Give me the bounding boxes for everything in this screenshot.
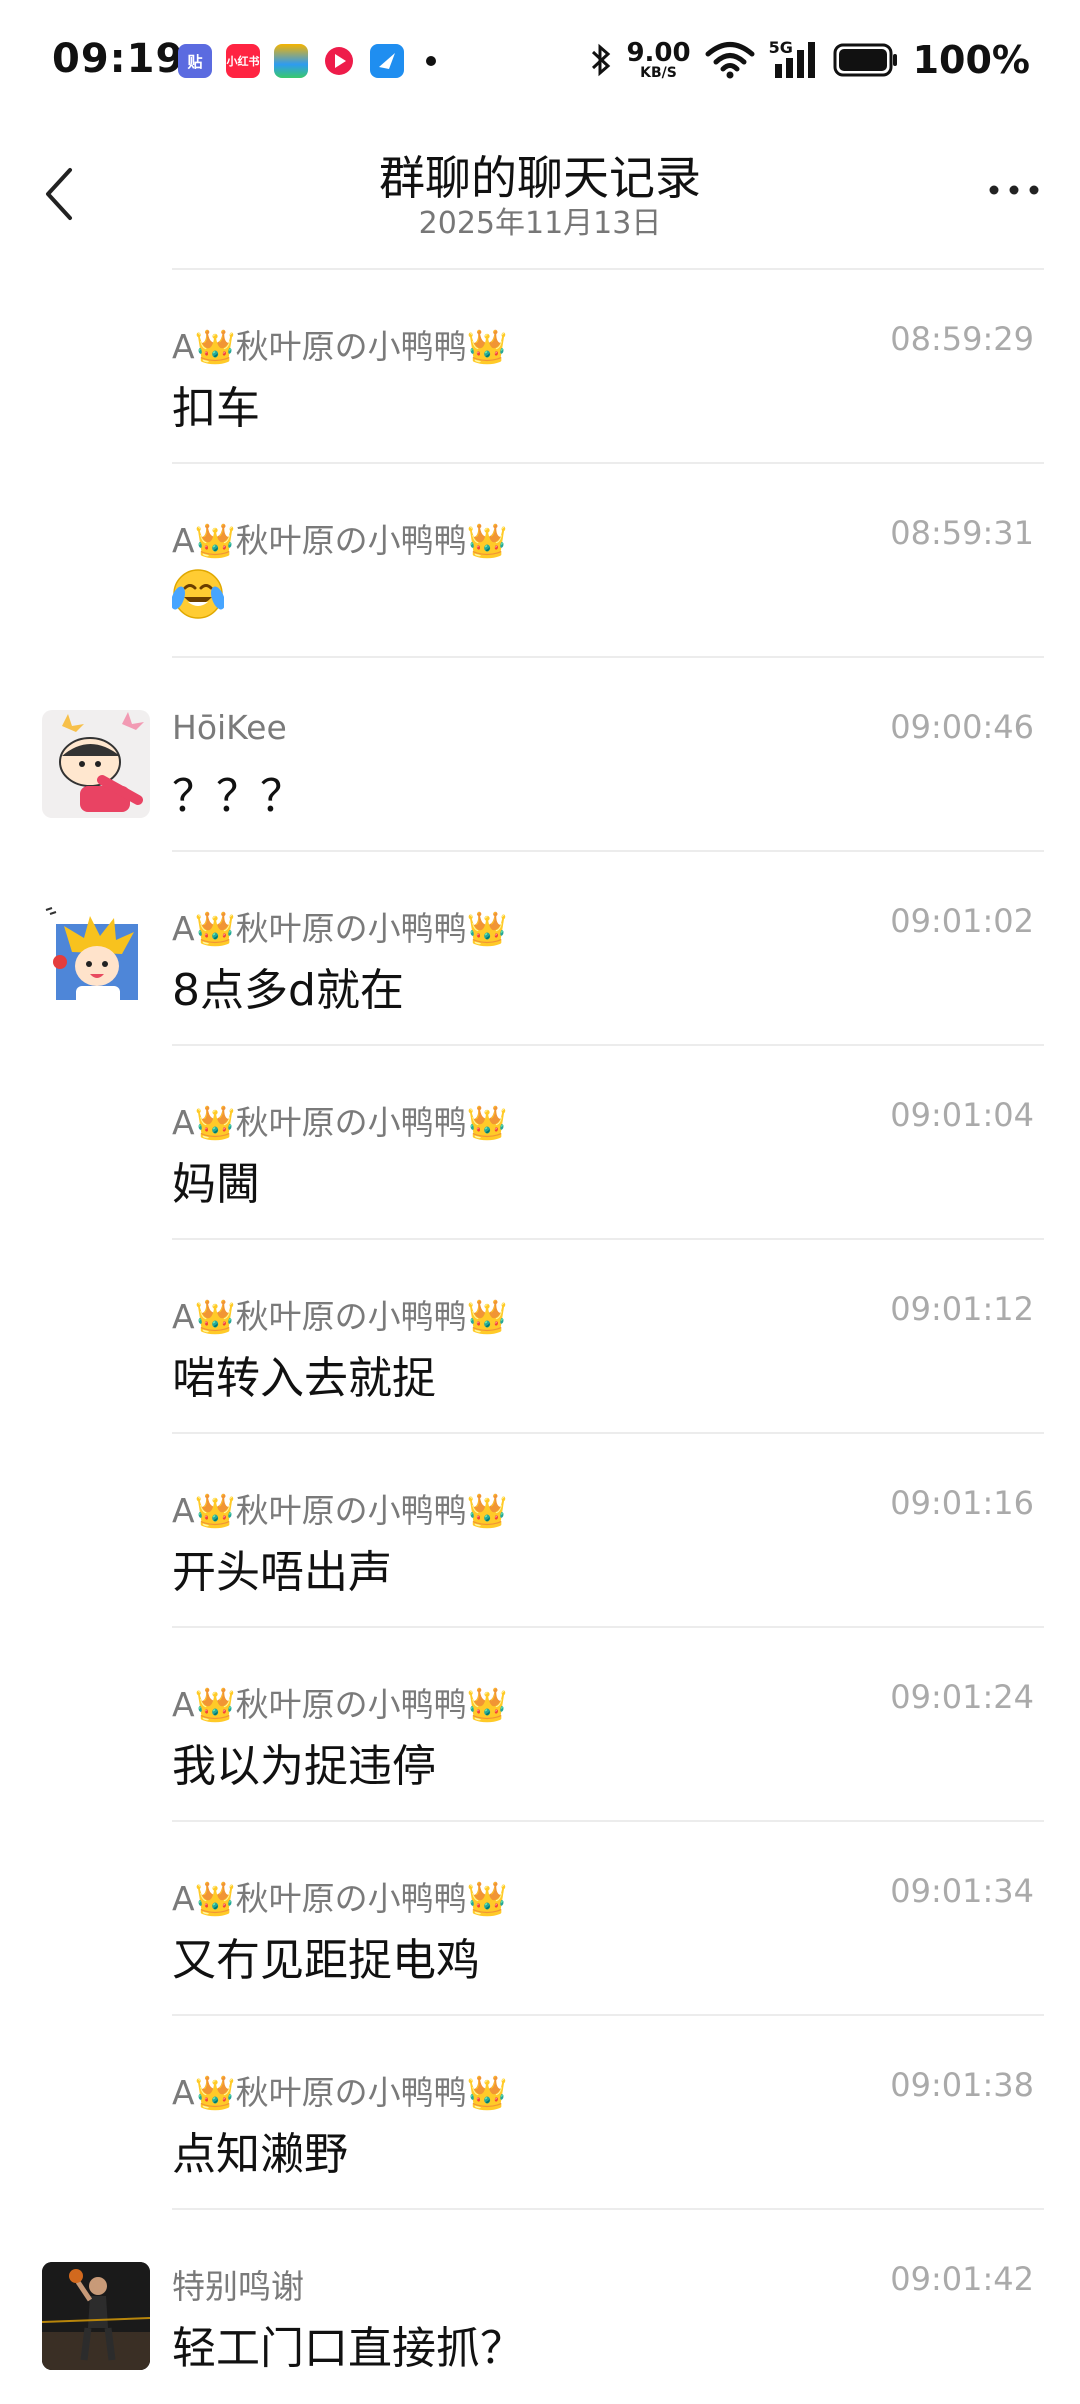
more-options-button[interactable] [984, 170, 1044, 210]
message-time: 08:59:29 [890, 320, 1034, 358]
xiaohongshu-app-icon: 小红书 [226, 44, 260, 78]
message-item[interactable]: A👑秋叶原の小鸭鸭👑 09:01:38 点知濑野 [0, 2016, 1080, 2210]
message-time: 09:01:02 [890, 902, 1034, 940]
net-speed-value: 9.00 [626, 38, 691, 68]
message-text: 轻工门口直接抓？ [172, 2323, 524, 2374]
message-text: 点知濑野 [172, 2129, 348, 2180]
message-text: 啱转入去就捉 [172, 1353, 436, 1404]
message-time: 09:01:24 [890, 1678, 1034, 1716]
message-sender: A👑秋叶原の小鸭鸭👑 [172, 1491, 508, 1530]
crying-laughing-emoji-icon [171, 569, 225, 619]
message-text: 又冇见距捉电鸡 [172, 1935, 480, 1986]
battery-icon [833, 43, 897, 77]
message-item[interactable]: A👑秋叶原の小鸭鸭👑 09:01:34 又冇见距捉电鸡 [0, 1822, 1080, 2016]
battery-percent: 100% [912, 38, 1030, 82]
message-sender: A👑秋叶原の小鸭鸭👑 [172, 1103, 508, 1142]
message-time: 09:01:16 [890, 1484, 1034, 1522]
message-time: 09:01:34 [890, 1872, 1034, 1910]
chat-history-header: 群聊的聊天记录 2025年11月13日 [0, 120, 1080, 270]
message-text: 8点多d就在 [172, 965, 404, 1016]
message-item[interactable]: A👑秋叶原の小鸭鸭👑 09:01:12 啱转入去就捉 [0, 1240, 1080, 1434]
net-speed: 9.00 KB/S [626, 40, 690, 80]
bluetooth-icon [592, 43, 611, 77]
message-text: 妈閪 [172, 1159, 260, 1210]
message-text: 我以为捉违停 [172, 1741, 436, 1792]
message-item[interactable]: HōiKee 09:00:46 ？？？ [0, 658, 1080, 852]
message-text: 扣车 [172, 383, 260, 434]
message-time: 09:01:38 [890, 2066, 1034, 2104]
message-sender: A👑秋叶原の小鸭鸭👑 [172, 521, 508, 560]
message-item[interactable]: A👑秋叶原の小鸭鸭👑 08:59:29 扣车 [0, 270, 1080, 464]
message-item[interactable]: 特别鸣谢 09:01:42 轻工门口直接抓？ [0, 2210, 1080, 2404]
page-subtitle: 2025年11月13日 [418, 206, 662, 241]
message-sender: A👑秋叶原の小鸭鸭👑 [172, 1879, 508, 1918]
message-sender: A👑秋叶原の小鸭鸭👑 [172, 1297, 508, 1336]
message-emoji [171, 568, 225, 631]
message-sender: A👑秋叶原の小鸭鸭👑 [172, 2073, 508, 2112]
message-sender: 特别鸣谢 [172, 2267, 304, 2306]
message-time: 08:59:31 [890, 514, 1034, 552]
basketball-player-icon [42, 2262, 150, 2370]
wifi-icon [705, 42, 755, 79]
network-type: 5G [768, 38, 793, 57]
message-time: 09:01:12 [890, 1290, 1034, 1328]
message-sender: HōiKee [172, 708, 287, 747]
status-time: 09:19 [52, 36, 185, 82]
message-item[interactable]: A👑秋叶原の小鸭鸭👑 08:59:31 [0, 464, 1080, 658]
message-sender: A👑秋叶原の小鸭鸭👑 [172, 1685, 508, 1724]
net-speed-unit: KB/S [640, 65, 677, 81]
video-app-icon [322, 44, 356, 78]
anime-boy-avatar[interactable] [42, 904, 150, 1012]
message-item[interactable]: A👑秋叶原の小鸭鸭👑 09:01:16 开头唔出声 [0, 1434, 1080, 1628]
more-dots-icon [989, 185, 1039, 195]
cellular-signal: 5G [768, 38, 819, 80]
message-sender: A👑秋叶原の小鸭鸭👑 [172, 909, 508, 948]
message-text: 开头唔出声 [172, 1547, 392, 1598]
more-notifications-dot [426, 56, 436, 66]
basketball-player-avatar[interactable] [42, 2262, 150, 2370]
message-sender: A👑秋叶原の小鸭鸭👑 [172, 327, 508, 366]
message-text: ？？？ [172, 771, 304, 822]
anime-boy-icon [45, 907, 138, 1008]
system-icons: 9.00 KB/S 5G 100% [590, 38, 1030, 82]
tieba-app-icon: 贴 [178, 44, 212, 78]
feishu-app-icon [370, 44, 404, 78]
message-list: A👑秋叶原の小鸭鸭👑 08:59:29 扣车 A👑秋叶原の小鸭鸭👑 08:59:… [0, 270, 1080, 2404]
cartoon-boy-avatar[interactable] [42, 710, 150, 818]
message-item[interactable]: A👑秋叶原の小鸭鸭👑 09:01:04 妈閪 [0, 1046, 1080, 1240]
cartoon-boy-icon [59, 712, 144, 812]
message-time: 09:01:04 [890, 1096, 1034, 1134]
status-bar: 09:19 贴 小红书 9.00 KB/S 5G 100% [0, 0, 1080, 120]
wallet-app-icon [274, 44, 308, 78]
notification-icons: 贴 小红书 [178, 44, 436, 78]
message-item[interactable]: A👑秋叶原の小鸭鸭👑 09:01:02 8点多d就在 [0, 852, 1080, 1046]
message-time: 09:00:46 [890, 708, 1034, 746]
message-time: 09:01:42 [890, 2260, 1034, 2298]
message-item[interactable]: A👑秋叶原の小鸭鸭👑 09:01:24 我以为捉违停 [0, 1628, 1080, 1822]
